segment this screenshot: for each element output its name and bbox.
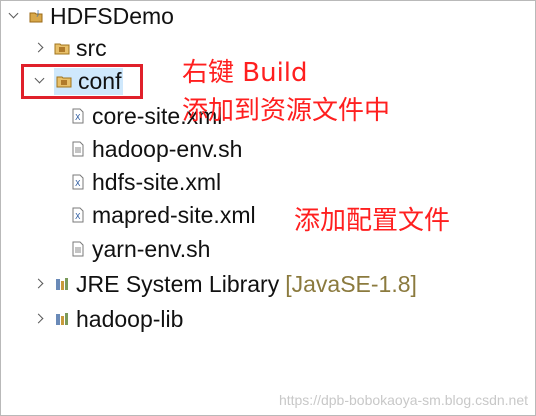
library-icon xyxy=(56,313,68,325)
tree-item-src[interactable]: src xyxy=(32,32,107,64)
chevron-down-icon[interactable] xyxy=(6,8,22,24)
svg-text:X: X xyxy=(75,179,81,188)
file-label: hadoop-env.sh xyxy=(92,135,243,162)
chevron-right-icon[interactable] xyxy=(32,276,48,292)
watermark: https://dpb-bobokaoya-sm.blog.csdn.net xyxy=(278,392,528,408)
annotation-config: 添加配置文件 xyxy=(294,206,451,236)
chevron-right-icon[interactable] xyxy=(32,40,48,56)
jre-version-label: [JavaSE-1.8] xyxy=(285,270,417,297)
text-file-icon xyxy=(72,141,84,157)
tree-item-hdfs-site[interactable]: X hdfs-site.xml xyxy=(70,166,221,198)
file-label: hdfs-site.xml xyxy=(92,168,222,195)
svg-text:J: J xyxy=(36,9,39,17)
java-project-icon: J xyxy=(29,9,43,23)
tree-item-project[interactable]: J HDFSDemo xyxy=(6,0,174,32)
hadoop-lib-label: hadoop-lib xyxy=(76,305,184,332)
tree-item-hadoop-lib[interactable]: hadoop-lib xyxy=(32,303,183,335)
chevron-right-icon[interactable] xyxy=(32,311,48,327)
highlight-box xyxy=(21,64,143,99)
file-label: yarn-env.sh xyxy=(92,235,211,262)
xml-file-icon: X xyxy=(72,108,84,124)
tree-item-hadoop-env[interactable]: hadoop-env.sh xyxy=(70,133,242,165)
xml-file-icon: X xyxy=(72,207,84,223)
tree-item-yarn-env[interactable]: yarn-env.sh xyxy=(70,233,210,265)
xml-file-icon: X xyxy=(72,174,84,190)
svg-text:X: X xyxy=(75,113,81,122)
tree-item-mapred-site[interactable]: X mapred-site.xml xyxy=(70,199,256,231)
annotation-resource: 添加到资源文件中 xyxy=(182,96,391,126)
file-label: mapred-site.xml xyxy=(92,201,256,228)
annotation-build: 右键 Build xyxy=(182,58,308,88)
src-label: src xyxy=(76,34,107,61)
svg-text:X: X xyxy=(75,212,81,221)
library-icon xyxy=(56,278,68,290)
package-folder-icon xyxy=(54,43,70,55)
jre-label: JRE System Library xyxy=(76,270,280,297)
project-label: HDFSDemo xyxy=(50,2,174,29)
tree-item-jre-library[interactable]: JRE System Library [JavaSE-1.8] xyxy=(32,268,417,300)
text-file-icon xyxy=(72,241,84,257)
